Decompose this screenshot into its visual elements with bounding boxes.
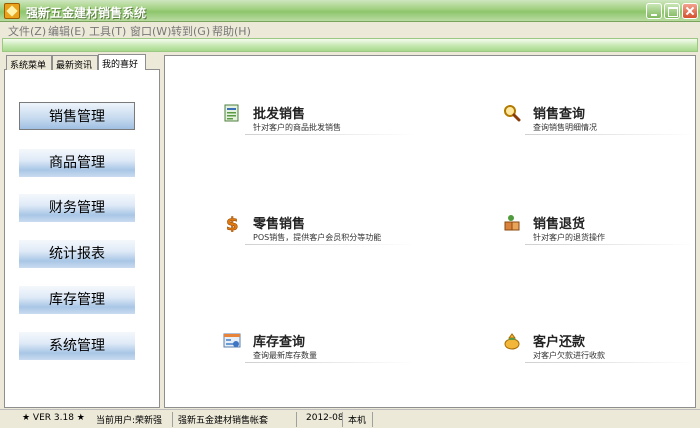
wholesale-icon <box>224 104 239 122</box>
status-bar: ★ VER 3.18 ★ 当前用户:荣新强 强新五金建材销售帐套 2012-08… <box>0 409 700 428</box>
status-period: 2012-08 <box>306 413 344 423</box>
menu-edit[interactable]: 编辑(E) <box>48 23 86 39</box>
menu-tools[interactable]: 工具(T) <box>89 23 126 39</box>
tab-system-menu[interactable]: 系统菜单 <box>6 55 52 70</box>
status-separator <box>372 412 373 427</box>
menu-bar: 文件(Z) 编辑(E) 工具(T) 窗口(W) 转到(G) 帮助(H) <box>0 22 700 38</box>
function-wholesale[interactable]: 批发销售 针对客户的商品批发销售 <box>223 104 415 144</box>
function-retail[interactable]: $ 零售销售 POS销售，提供客户会员积分等功能 <box>223 214 415 254</box>
function-desc: 针对客户的商品批发销售 <box>253 123 341 132</box>
app-logo-icon <box>4 3 20 19</box>
inventory-icon <box>223 333 241 348</box>
function-sales-query[interactable]: 销售查询 查询销售明细情况 <box>503 104 695 144</box>
divider <box>525 134 695 135</box>
status-account: 强新五金建材销售帐套 <box>178 416 269 426</box>
status-separator <box>342 412 343 427</box>
nav-tab-body: 销售管理 商品管理 财务管理 统计报表 库存管理 系统管理 <box>4 69 160 408</box>
window-title: 强新五金建材销售系统 <box>26 6 147 20</box>
title-bar: 强新五金建材销售系统 <box>0 0 700 22</box>
nav-product-management[interactable]: 商品管理 <box>19 149 135 177</box>
dollar-icon: $ <box>226 214 239 232</box>
function-title: 客户还款 <box>533 335 586 350</box>
close-icon[interactable] <box>682 3 698 19</box>
tab-latest-news[interactable]: 最新资讯 <box>52 55 98 70</box>
status-user: 当前用户:荣新强 <box>96 416 163 426</box>
function-desc: 查询销售明细情况 <box>533 123 597 132</box>
function-title: 批发销售 <box>253 107 306 122</box>
function-desc: 查询最新库存数量 <box>253 351 317 360</box>
function-desc: 对客户欠款进行收款 <box>533 351 605 360</box>
status-separator <box>172 412 173 427</box>
svg-text:$: $ <box>226 214 239 232</box>
divider <box>525 244 695 245</box>
money-bag-icon <box>504 333 520 350</box>
function-desc: POS销售，提供客户会员积分等功能 <box>253 233 382 242</box>
menu-help[interactable]: 帮助(H) <box>212 23 251 39</box>
divider <box>245 362 415 363</box>
maximize-icon[interactable] <box>664 3 680 19</box>
function-title: 库存查询 <box>253 335 306 350</box>
function-sales-return[interactable]: 销售退货 针对客户的退货操作 <box>503 214 695 254</box>
tab-my-favorites[interactable]: 我的喜好 <box>98 54 146 70</box>
menu-window[interactable]: 窗口(W) <box>130 23 171 39</box>
main-panel: 批发销售 针对客户的商品批发销售 销售查询 查询销售明细情况 $ 零售销售 PO… <box>164 55 696 408</box>
function-title: 销售退货 <box>533 217 586 232</box>
menu-goto[interactable]: 转到(G) <box>171 23 210 39</box>
status-machine: 本机 <box>348 416 367 426</box>
nav-sales-management[interactable]: 销售管理 <box>19 102 135 130</box>
nav-system-management[interactable]: 系统管理 <box>19 332 135 360</box>
left-panel: 销售管理 商品管理 财务管理 统计报表 库存管理 系统管理 系统菜单 最新资讯 … <box>4 54 160 408</box>
status-version: ★ VER 3.18 ★ <box>22 413 85 423</box>
status-separator <box>296 412 297 427</box>
nav-inventory-management[interactable]: 库存管理 <box>19 286 135 314</box>
return-goods-icon <box>504 215 520 231</box>
nav-statistics-report[interactable]: 统计报表 <box>19 240 135 268</box>
divider <box>245 134 415 135</box>
magnifier-icon <box>504 105 521 122</box>
divider <box>245 244 415 245</box>
minimize-icon[interactable] <box>646 3 662 19</box>
divider <box>525 362 695 363</box>
function-customer-repayment[interactable]: 客户还款 对客户欠款进行收款 <box>503 332 695 372</box>
function-title: 销售查询 <box>533 107 586 122</box>
function-title: 零售销售 <box>253 217 306 232</box>
function-desc: 针对客户的退货操作 <box>533 233 605 242</box>
nav-finance-management[interactable]: 财务管理 <box>19 194 135 222</box>
function-inventory-query[interactable]: 库存查询 查询最新库存数量 <box>223 332 415 372</box>
toolbar-band <box>2 38 698 52</box>
menu-file[interactable]: 文件(Z) <box>8 23 46 39</box>
